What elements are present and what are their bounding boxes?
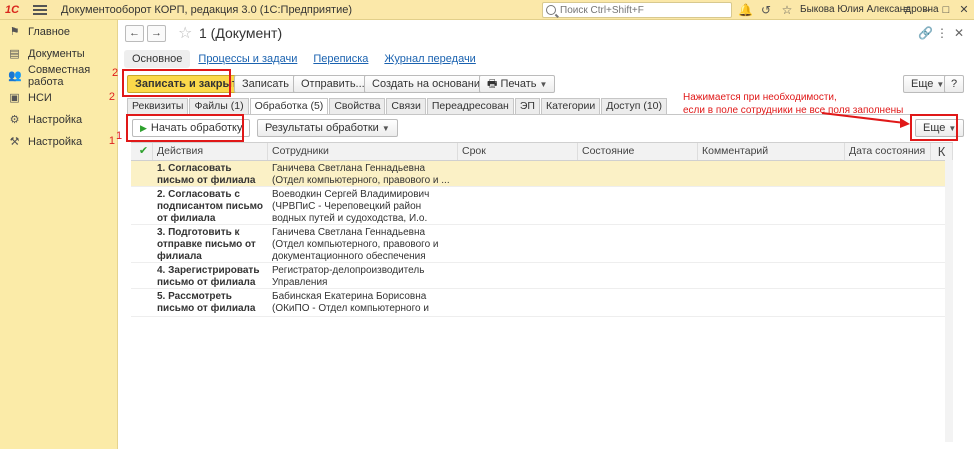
column-header-actions[interactable]: Действия [153, 143, 268, 160]
row-staff: Бабинская Екатерина Борисовна (ОКиПО - О… [272, 291, 429, 316]
table-row[interactable]: 3. Подготовить к отправке письмо от фили… [131, 225, 953, 263]
column-header-k[interactable]: К [931, 143, 953, 160]
highlight-save-close [122, 69, 231, 97]
table-row[interactable]: 4. Зарегистрировать письмо от филиала Ре… [131, 263, 953, 289]
processing-table: ✔ Действия Сотрудники Срок Состояние Ком… [131, 142, 953, 317]
table-header: ✔ Действия Сотрудники Срок Состояние Ком… [131, 143, 953, 161]
table-scrollbar[interactable] [945, 160, 953, 442]
annotation-number-2-label: 2 [112, 67, 119, 79]
column-header-staff[interactable]: Сотрудники [268, 143, 458, 160]
column-header-status[interactable]: Состояние [578, 143, 698, 160]
table-row[interactable]: 2. Согласовать с подписантом письмо от ф… [131, 187, 953, 225]
highlight-start-processing [126, 114, 244, 142]
row-action: 1. Согласовать письмо от филиала [157, 163, 256, 186]
row-action: 5. Рассмотреть письмо от филиала [157, 291, 256, 314]
column-header-deadline[interactable]: Срок [458, 143, 578, 160]
row-staff: Воеводкин Сергей Владимирович (ЧРВПиС - … [272, 189, 430, 224]
table-row[interactable]: 1. Согласовать письмо от филиала Ганичев… [131, 161, 953, 187]
row-staff: Регистратор-делопроизводитель Управления [272, 265, 425, 288]
row-staff: Ганичева Светлана Геннадьевна (Отдел ком… [272, 227, 439, 262]
table-row[interactable]: 5. Рассмотреть письмо от филиала Бабинск… [131, 289, 953, 317]
column-header-comment[interactable]: Комментарий [698, 143, 845, 160]
row-action: 4. Зарегистрировать письмо от филиала [157, 265, 260, 288]
row-action: 3. Подготовить к отправке письмо от фили… [157, 227, 256, 262]
annotation-number-1-label: 1 [116, 130, 123, 142]
column-header-status-date[interactable]: Дата состояния [845, 143, 931, 160]
row-staff: Ганичева Светлана Геннадьевна (Отдел ком… [272, 163, 450, 186]
row-action: 2. Согласовать с подписантом письмо от ф… [157, 189, 264, 224]
highlight-more-button [910, 114, 958, 141]
check-column-icon: ✔ [131, 143, 153, 160]
